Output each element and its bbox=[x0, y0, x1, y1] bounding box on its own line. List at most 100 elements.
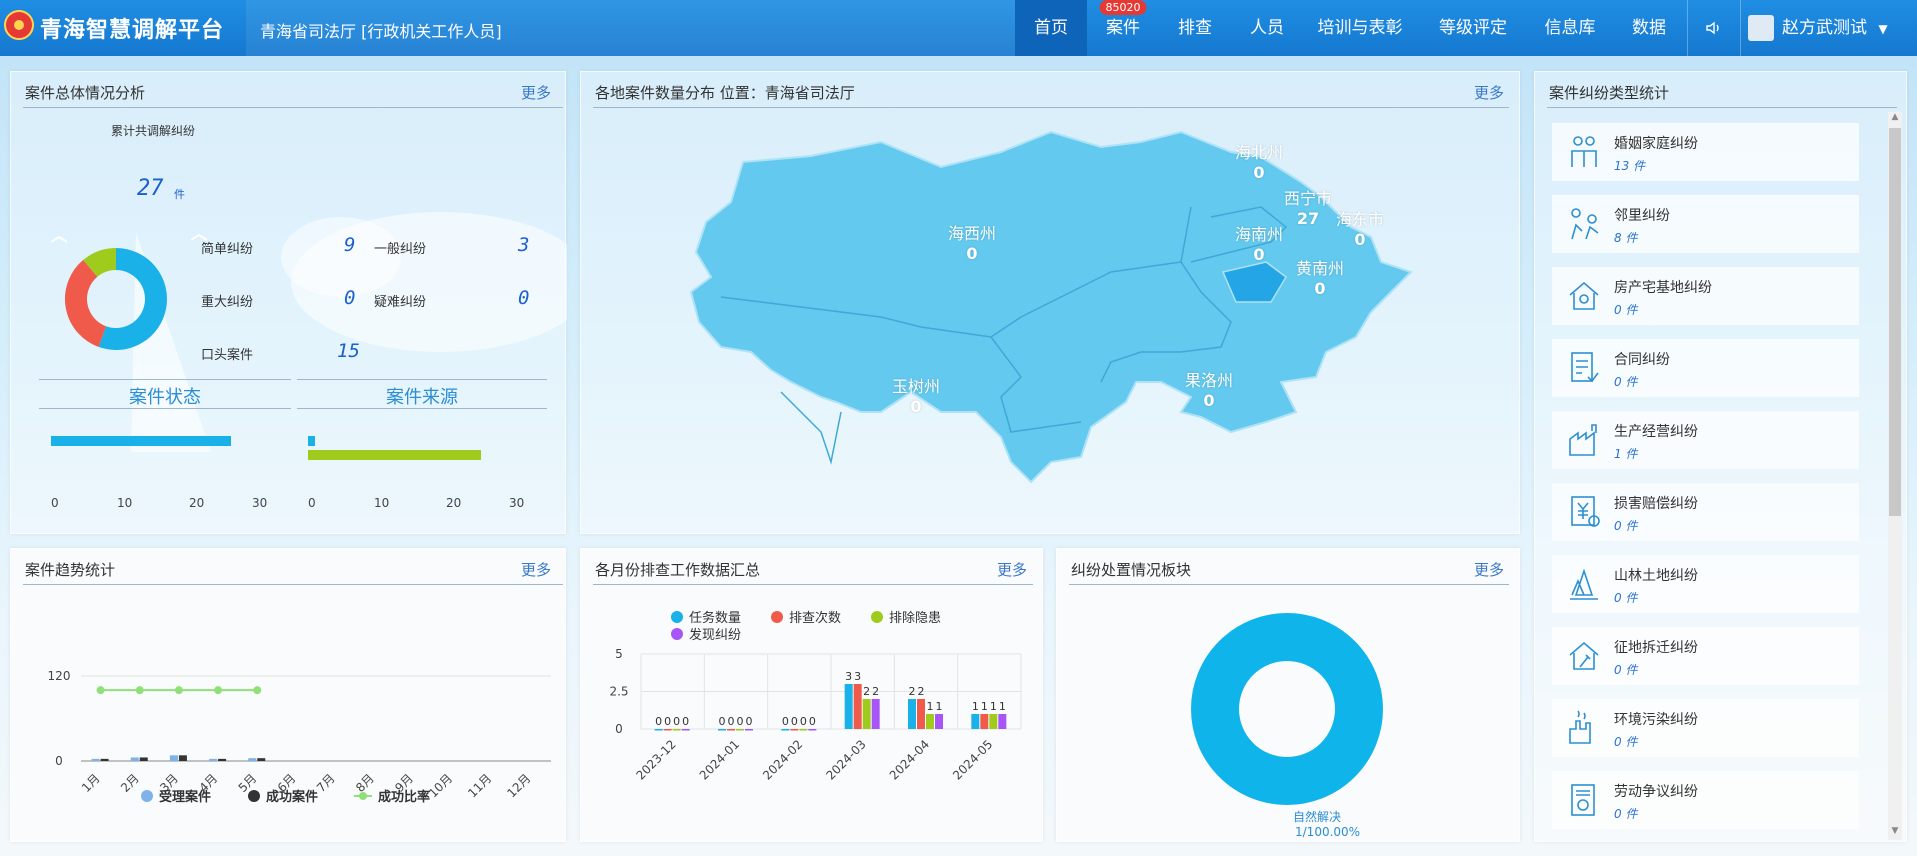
type-item-9[interactable]: 劳动争议纠纷 0 件 bbox=[1552, 771, 1859, 829]
donut-slice-1 bbox=[65, 259, 107, 347]
status-tick-30: 30 bbox=[252, 496, 268, 510]
type-item-1[interactable]: 邻里纠纷 8 件 bbox=[1552, 195, 1859, 253]
demolition-icon bbox=[1566, 637, 1602, 675]
type-item-2[interactable]: 房产宅基地纠纷 0 件 bbox=[1552, 267, 1859, 325]
nav-home[interactable]: 首页 bbox=[1015, 0, 1087, 56]
map-title: 各地案件数量分布 位置：青海省司法厅 bbox=[595, 84, 855, 102]
case-source-bar-2 bbox=[308, 450, 482, 460]
disposal-donut-chart bbox=[1191, 613, 1383, 805]
nav-staff[interactable]: 人员 bbox=[1231, 0, 1303, 56]
type-name: 损害赔偿纠纷 bbox=[1614, 496, 1698, 512]
overview-more-link[interactable]: 更多 bbox=[521, 82, 551, 103]
general-value: 3 bbox=[518, 234, 530, 256]
nav-survey[interactable]: 排查 bbox=[1159, 0, 1231, 56]
difficult-value: 0 bbox=[518, 287, 530, 309]
trend-more-link[interactable]: 更多 bbox=[521, 559, 551, 580]
org-label: 青海省司法厅 [行政机关工作人员] bbox=[260, 22, 502, 41]
simple-value: 9 bbox=[344, 234, 356, 256]
survey-bar bbox=[917, 699, 925, 729]
survey-bar bbox=[654, 729, 663, 731]
nav-data[interactable]: 数据 bbox=[1611, 0, 1687, 56]
map-label-haibei[interactable]: 海北州 0 bbox=[1235, 139, 1283, 182]
types-title: 案件纠纷类型统计 bbox=[1549, 84, 1670, 102]
survey-panel: 各月份排查工作数据汇总 更多 任务数量 排查次数 排除隐患 发现纠纷 5 2.5 0… bbox=[580, 548, 1043, 842]
x-tick: 1月 bbox=[79, 771, 103, 795]
survey-bar bbox=[672, 729, 681, 731]
type-name: 合同纠纷 bbox=[1614, 352, 1670, 368]
nav-training[interactable]: 培训与表彰 bbox=[1303, 0, 1417, 56]
trend-bar bbox=[100, 758, 109, 761]
family-icon bbox=[1566, 133, 1602, 171]
survey-title: 各月份排查工作数据汇总 bbox=[595, 561, 761, 579]
x-tick: 2024-04 bbox=[887, 737, 932, 782]
bar-value-label: 1 bbox=[936, 700, 943, 713]
disposal-slice-natural bbox=[1191, 613, 1383, 805]
disposal-label: 自然解决 bbox=[1293, 810, 1342, 824]
legend-hazards-cleared: 排除隐患 bbox=[871, 607, 941, 626]
app-title: 青海智慧调解平台 bbox=[40, 18, 225, 43]
disposal-more-link[interactable]: 更多 bbox=[1474, 559, 1504, 580]
map-label-yushu[interactable]: 玉树州 0 bbox=[892, 373, 940, 416]
bar-value-label: 2 bbox=[918, 685, 925, 698]
case-source-bar-1 bbox=[308, 436, 315, 446]
y-tick: 0 bbox=[55, 754, 63, 768]
type-item-4[interactable]: 生产经营纠纷 1 件 bbox=[1552, 411, 1859, 469]
type-name: 山林土地纠纷 bbox=[1614, 568, 1698, 584]
map-label-haixi[interactable]: 海西州 0 bbox=[948, 220, 996, 263]
user-menu[interactable]: 赵方武测试 ▼ bbox=[1748, 0, 1917, 56]
bar-value-label: 0 bbox=[737, 715, 744, 728]
map-label-haidong[interactable]: 海东市 0 bbox=[1336, 206, 1384, 249]
map-more-link[interactable]: 更多 bbox=[1474, 82, 1504, 103]
qinghai-map[interactable] bbox=[581, 112, 1521, 532]
tab-case-status[interactable]: 案件状态 bbox=[39, 383, 291, 409]
org-info: 青海省司法厅 [行政机关工作人员] bbox=[246, 0, 1016, 56]
type-name: 环境污染纠纷 bbox=[1614, 712, 1698, 728]
x-tick: 2024-02 bbox=[760, 737, 805, 782]
bar-value-label: 2 bbox=[909, 685, 916, 698]
survey-bar bbox=[935, 714, 943, 729]
survey-bar bbox=[727, 729, 735, 731]
trend-panel: 案件趋势统计 更多 120 0 1月 2月 3月 4月 5月 6月 7月 8月 9月 10月 11月 12… bbox=[10, 548, 566, 842]
survey-bar bbox=[844, 684, 853, 729]
type-item-3[interactable]: 合同纠纷 0 件 bbox=[1552, 339, 1859, 397]
nav-info-library[interactable]: 信息库 bbox=[1529, 0, 1611, 56]
type-item-5[interactable]: 损害赔偿纠纷 0 件 bbox=[1552, 483, 1859, 541]
bar-value-label: 0 bbox=[655, 715, 662, 728]
house-icon bbox=[1566, 277, 1602, 315]
bar-value-label: 0 bbox=[673, 715, 680, 728]
case-status-bar bbox=[51, 436, 231, 446]
type-item-7[interactable]: 征地拆迁纠纷 0 件 bbox=[1552, 627, 1859, 685]
type-item-8[interactable]: 环境污染纠纷 0 件 bbox=[1552, 699, 1859, 757]
type-name: 婚姻家庭纠纷 bbox=[1614, 136, 1698, 152]
bar-value-label: 2 bbox=[872, 685, 879, 698]
type-count: 13 件 bbox=[1614, 159, 1646, 173]
tab-case-source[interactable]: 案件来源 bbox=[297, 383, 547, 409]
nav-rating[interactable]: 等级评定 bbox=[1417, 0, 1529, 56]
trend-title: 案件趋势统计 bbox=[25, 561, 116, 579]
map-label-huangnan[interactable]: 黄南州 0 bbox=[1296, 255, 1344, 298]
nav-cases[interactable]: 85020 案件 bbox=[1087, 0, 1159, 56]
survey-bar bbox=[736, 729, 744, 731]
survey-bar bbox=[862, 699, 871, 729]
map-label-hainan[interactable]: 海南州 0 bbox=[1235, 221, 1283, 264]
y-tick: 5 bbox=[615, 647, 623, 661]
survey-bar bbox=[781, 729, 790, 731]
map-label-guoluo[interactable]: 果洛州 0 bbox=[1185, 367, 1233, 410]
type-count: 0 件 bbox=[1614, 303, 1638, 317]
bar-value-label: 0 bbox=[728, 715, 735, 728]
scrollbar-thumb[interactable] bbox=[1889, 128, 1901, 516]
speaker-icon[interactable] bbox=[1688, 0, 1740, 56]
overview-title: 案件总体情况分析 bbox=[25, 84, 146, 102]
map-label-xining[interactable]: 西宁市 27 bbox=[1284, 185, 1332, 228]
survey-more-link[interactable]: 更多 bbox=[997, 559, 1027, 580]
x-tick: 2月 bbox=[118, 771, 142, 795]
map-panel: 各地案件数量分布 位置：青海省司法厅 更多 海北州 0 西宁市 27 海东市 0 海西… bbox=[580, 71, 1520, 534]
type-item-0[interactable]: 婚姻家庭纠纷 13 件 bbox=[1552, 123, 1859, 181]
bar-value-label: 3 bbox=[845, 670, 852, 683]
pollution-icon bbox=[1566, 709, 1602, 747]
type-item-6[interactable]: 山林土地纠纷 0 件 bbox=[1552, 555, 1859, 613]
scrollbar[interactable]: ▲ ▼ bbox=[1888, 112, 1902, 840]
bar-value-label: 0 bbox=[800, 715, 807, 728]
trend-bar bbox=[130, 757, 139, 761]
bar-value-label: 1 bbox=[981, 700, 988, 713]
